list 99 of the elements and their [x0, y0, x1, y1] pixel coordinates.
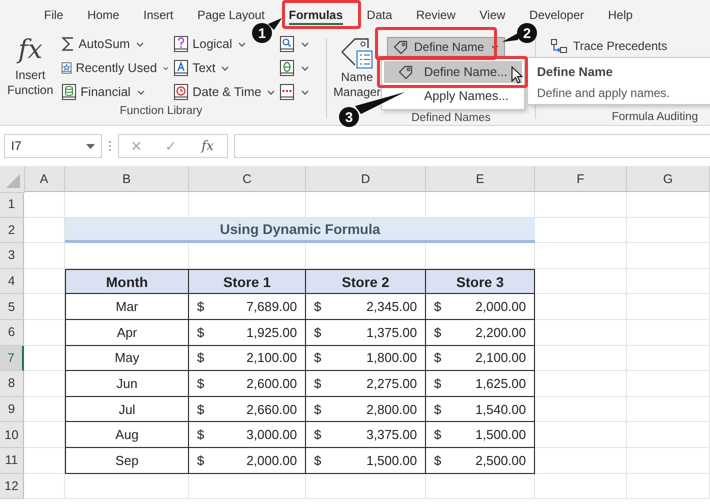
amount: 2,600.00: [246, 376, 297, 391]
column-header[interactable]: A: [24, 166, 65, 192]
sheet-title: Using Dynamic Formula: [65, 218, 535, 244]
currency-symbol: $: [314, 402, 322, 417]
amount: 2,200.00: [475, 324, 526, 340]
table-cell: Apr: [65, 320, 189, 346]
menu-tab[interactable]: View: [480, 0, 506, 30]
currency-symbol: $: [197, 299, 204, 314]
table-cell: Mar: [65, 294, 189, 320]
column-heading: Store 2: [306, 268, 426, 294]
amount: 3,375.00: [366, 427, 417, 442]
menu-tab[interactable]: Help: [608, 0, 633, 30]
menu-tab[interactable]: Data: [366, 0, 392, 30]
define-name-button[interactable]: Define Name: [387, 37, 506, 57]
currency-symbol: $: [314, 350, 322, 366]
insert-function-button[interactable]: fx Insert Function: [4, 30, 57, 105]
amount: 7,689.00: [246, 299, 297, 314]
menu-tab[interactable]: Review: [416, 0, 456, 30]
row-header[interactable]: 2: [0, 218, 24, 244]
column-header[interactable]: F: [535, 166, 627, 192]
cell-reference: I7: [11, 139, 22, 153]
currency-symbol: $: [314, 324, 322, 340]
row-header[interactable]: 8: [0, 371, 24, 397]
insert-function-button[interactable]: fx: [196, 138, 220, 154]
function-category-button[interactable]: Text: [170, 58, 278, 78]
currency-symbol: $: [434, 350, 442, 366]
group-label: Formula Auditing: [610, 110, 699, 125]
amount: 2,345.00: [366, 299, 417, 314]
column-heading: Store 3: [426, 268, 535, 294]
function-icon: fx: [18, 32, 42, 68]
amount: 2,275.00: [366, 376, 417, 391]
amount: 2,500.00: [475, 452, 526, 468]
function-category-button[interactable]: Date & Time: [170, 82, 278, 102]
currency-symbol: $: [314, 376, 322, 391]
row-header[interactable]: 11: [0, 448, 24, 474]
amount: 2,000.00: [475, 299, 526, 314]
menu-tab[interactable]: Insert: [143, 0, 174, 30]
currency-symbol: $: [197, 452, 204, 468]
amount: 1,625.00: [475, 376, 526, 391]
currency-symbol: $: [197, 350, 204, 366]
column-heading: Store 1: [189, 268, 306, 294]
currency-symbol: $: [434, 427, 442, 442]
amount: 1,500.00: [475, 427, 526, 442]
trace-precedents-button[interactable]: Trace Precedents: [544, 36, 674, 56]
amount: 1,375.00: [366, 324, 417, 340]
row-header[interactable]: 1: [0, 192, 24, 218]
currency-symbol: $: [434, 376, 442, 391]
currency-symbol: $: [434, 402, 442, 417]
currency-symbol: $: [197, 402, 204, 417]
menu-tab[interactable]: Formulas: [288, 0, 343, 30]
column-header[interactable]: D: [306, 166, 426, 192]
function-category-button[interactable]: Financial: [58, 82, 171, 102]
currency-symbol: $: [314, 452, 322, 468]
tooltip-text: Define and apply names.: [537, 86, 671, 100]
table-cell: Jul: [65, 396, 189, 422]
amount: 1,500.00: [366, 452, 417, 468]
column-heading: Month: [65, 268, 189, 294]
group-label: Function Library: [118, 105, 204, 119]
name-box[interactable]: I7: [4, 134, 102, 158]
amount: 3,000.00: [246, 427, 297, 442]
table-cell: May: [65, 346, 189, 372]
column-header[interactable]: C: [189, 166, 306, 192]
amount: 2,000.00: [246, 452, 297, 468]
amount: 2,100.00: [246, 350, 297, 366]
table-cell: Jun: [65, 371, 189, 397]
column-header[interactable]: G: [627, 166, 710, 192]
currency-symbol: $: [434, 324, 442, 340]
row-header[interactable]: 10: [0, 422, 24, 448]
row-header[interactable]: 4: [0, 268, 24, 294]
menu-item[interactable]: Define Name...: [384, 61, 522, 83]
currency-symbol: $: [314, 299, 322, 314]
row-header[interactable]: 9: [0, 396, 24, 422]
currency-symbol: $: [197, 427, 204, 442]
currency-symbol: $: [434, 299, 442, 314]
tooltip-title: Define Name: [537, 65, 614, 79]
currency-symbol: $: [434, 452, 442, 468]
amount: 1,800.00: [366, 350, 417, 366]
row-header[interactable]: 6: [0, 320, 24, 346]
menu-tab[interactable]: File: [44, 0, 64, 30]
row-header[interactable]: 5: [0, 294, 24, 320]
group-label: Defined Names: [411, 112, 491, 124]
amount: 1,540.00: [475, 402, 526, 417]
row-header[interactable]: 7: [0, 346, 24, 372]
table-cell: Aug: [65, 422, 189, 448]
row-header[interactable]: 12: [0, 474, 24, 500]
row-header[interactable]: 3: [0, 243, 24, 269]
amount: 1,925.00: [246, 324, 297, 340]
column-header[interactable]: E: [426, 166, 535, 192]
function-category-button[interactable]: AutoSum: [58, 34, 171, 54]
menu-tab[interactable]: Home: [87, 0, 120, 30]
currency-symbol: $: [314, 427, 322, 442]
column-header[interactable]: B: [65, 166, 189, 192]
amount: 2,100.00: [475, 350, 526, 366]
amount: 2,800.00: [366, 402, 417, 417]
currency-symbol: $: [197, 324, 204, 340]
currency-symbol: $: [197, 376, 204, 391]
function-category-button[interactable]: Recently Used: [58, 58, 171, 78]
amount: 2,660.00: [246, 402, 297, 417]
table-cell: Sep: [65, 448, 189, 474]
